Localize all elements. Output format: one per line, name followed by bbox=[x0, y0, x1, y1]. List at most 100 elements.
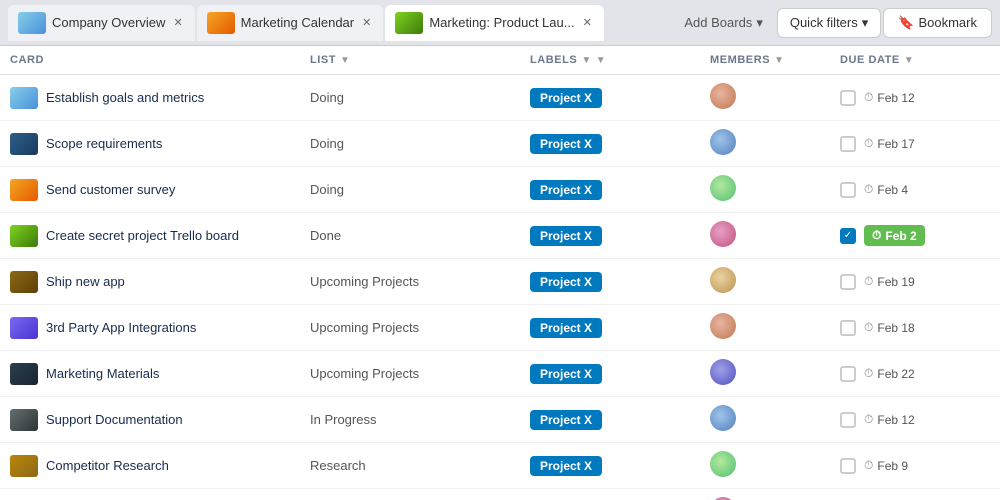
card-thumbnail bbox=[10, 409, 38, 431]
tab-thumb-company-overview bbox=[18, 12, 46, 34]
quick-filters-chevron-icon: ▾ bbox=[862, 15, 869, 31]
table-row: Support Documentation In ProgressProject… bbox=[0, 397, 1000, 443]
card-thumbnail bbox=[10, 317, 38, 339]
table-row: Send customer survey DoingProject X ⏱ Fe… bbox=[0, 167, 1000, 213]
col-header-list[interactable]: LIST ▼ bbox=[300, 46, 520, 75]
card-cell-5[interactable]: 3rd Party App Integrations bbox=[0, 305, 300, 351]
bookmark-button[interactable]: 🔖 Bookmark bbox=[883, 8, 992, 38]
due-date-cell-0: ⏱ Feb 12 bbox=[830, 75, 1000, 121]
due-date-checkbox[interactable] bbox=[840, 90, 856, 106]
card-cell-4[interactable]: Ship new app bbox=[0, 259, 300, 305]
tab-thumb-marketing-product bbox=[395, 12, 423, 34]
avatar bbox=[710, 405, 736, 431]
table-row: Ship new app Upcoming ProjectsProject X … bbox=[0, 259, 1000, 305]
list-value: Upcoming Projects bbox=[310, 366, 419, 381]
clock-icon: ⏱ bbox=[864, 274, 873, 289]
tab-marketing-product[interactable]: Marketing: Product Lau... ✕ bbox=[385, 5, 603, 41]
card-name: Marketing Materials bbox=[46, 366, 159, 381]
card-cell-0[interactable]: Establish goals and metrics bbox=[0, 75, 300, 121]
due-date-checkbox[interactable]: ✓ bbox=[840, 228, 856, 244]
tab-close-marketing-product[interactable]: ✕ bbox=[581, 14, 594, 31]
clock-icon: ⏱ bbox=[864, 366, 873, 381]
list-value: Doing bbox=[310, 90, 344, 105]
card-cell-1[interactable]: Scope requirements bbox=[0, 121, 300, 167]
list-cell-3: Done bbox=[300, 213, 520, 259]
table-row: Marketing Materials Upcoming Projects Pro… bbox=[0, 351, 1000, 397]
due-date-cell-3: ✓ ⏱ Feb 2 bbox=[830, 213, 1000, 259]
members-sort-icon: ▼ bbox=[774, 55, 784, 66]
due-date-checkbox[interactable] bbox=[840, 320, 856, 336]
label-badge: Project X bbox=[530, 364, 602, 384]
card-thumbnail bbox=[10, 87, 38, 109]
due-date-checkbox[interactable] bbox=[840, 182, 856, 198]
tab-company-overview[interactable]: Company Overview ✕ bbox=[8, 5, 195, 41]
due-date-checkbox[interactable] bbox=[840, 458, 856, 474]
labels-cell-7: Project X bbox=[520, 397, 700, 443]
due-date-badge: ⏱ Feb 9 bbox=[864, 458, 908, 473]
card-name: Support Documentation bbox=[46, 412, 183, 427]
due-date-checkbox[interactable] bbox=[840, 366, 856, 382]
quick-filters-label: Quick filters bbox=[790, 15, 858, 30]
tab-marketing-calendar[interactable]: Marketing Calendar ✕ bbox=[197, 5, 384, 41]
list-value: Upcoming Projects bbox=[310, 320, 419, 335]
labels-cell-0: Project X bbox=[520, 75, 700, 121]
tab-label-marketing-product: Marketing: Product Lau... bbox=[429, 15, 574, 30]
labels-filter-icon: ▼ bbox=[581, 55, 591, 66]
list-cell-4: Upcoming Projects bbox=[300, 259, 520, 305]
col-header-due-date[interactable]: DUE DATE ▼ bbox=[830, 46, 1000, 75]
card-thumbnail bbox=[10, 225, 38, 247]
members-cell-1 bbox=[700, 121, 830, 167]
table-header-row: CARD LIST ▼ LABELS ▼ ▼ bbox=[0, 46, 1000, 75]
avatar bbox=[710, 313, 736, 339]
tab-bar: Company Overview ✕ Marketing Calendar ✕ … bbox=[0, 0, 1000, 46]
table-row: 3rd Party App Integrations Upcoming Proj… bbox=[0, 305, 1000, 351]
due-date-badge: ⏱ Feb 18 bbox=[864, 320, 915, 335]
card-cell-2[interactable]: Send customer survey bbox=[0, 167, 300, 213]
label-badge: Project X bbox=[530, 180, 602, 200]
list-value: Done bbox=[310, 228, 341, 243]
due-date-checkbox[interactable] bbox=[840, 274, 856, 290]
card-name: Establish goals and metrics bbox=[46, 90, 204, 105]
avatar bbox=[710, 267, 736, 293]
card-thumbnail bbox=[10, 271, 38, 293]
card-name: Competitor Research bbox=[46, 458, 169, 473]
due-date-badge: ⏱ Feb 12 bbox=[864, 412, 915, 427]
label-badge: Project X bbox=[530, 318, 602, 338]
card-name: Scope requirements bbox=[46, 136, 162, 151]
due-date-cell-6: ⏱ Feb 22 bbox=[830, 351, 1000, 397]
add-boards-button[interactable]: Add Boards ▾ bbox=[672, 9, 774, 37]
table-row: Create secret project Trello board Done P… bbox=[0, 213, 1000, 259]
col-header-labels[interactable]: LABELS ▼ ▼ bbox=[520, 46, 700, 75]
card-cell-3[interactable]: Create secret project Trello board bbox=[0, 213, 300, 259]
due-date-cell-2: ⏱ Feb 4 bbox=[830, 167, 1000, 213]
due-date-cell-9: ⏱ Feb 25 bbox=[830, 489, 1000, 500]
members-cell-6 bbox=[700, 351, 830, 397]
avatar bbox=[710, 221, 736, 247]
clock-icon: ⏱ bbox=[864, 90, 873, 105]
card-cell-9[interactable]: User Journey bbox=[0, 489, 300, 500]
card-cell-6[interactable]: Marketing Materials bbox=[0, 351, 300, 397]
due-date-checkbox[interactable] bbox=[840, 412, 856, 428]
quick-filters-button[interactable]: Quick filters ▾ bbox=[777, 8, 881, 38]
labels-cell-9: Project X bbox=[520, 489, 700, 500]
due-date-checkbox[interactable] bbox=[840, 136, 856, 152]
card-thumbnail bbox=[10, 133, 38, 155]
due-date-badge: ⏱ Feb 4 bbox=[864, 182, 908, 197]
add-boards-label: Add Boards bbox=[684, 15, 752, 30]
tab-label-marketing-calendar: Marketing Calendar bbox=[241, 15, 354, 30]
card-name: Send customer survey bbox=[46, 182, 175, 197]
card-name: Create secret project Trello board bbox=[46, 228, 239, 243]
table-row: User Journey ResearchProject X ⏱ Feb 25 bbox=[0, 489, 1000, 500]
labels-cell-1: Project X bbox=[520, 121, 700, 167]
labels-cell-3: Project X bbox=[520, 213, 700, 259]
col-header-card[interactable]: CARD bbox=[0, 46, 300, 75]
card-cell-7[interactable]: Support Documentation bbox=[0, 397, 300, 443]
tab-close-marketing-calendar[interactable]: ✕ bbox=[360, 14, 373, 31]
tab-close-company-overview[interactable]: ✕ bbox=[171, 14, 184, 31]
card-name: Ship new app bbox=[46, 274, 125, 289]
col-header-members[interactable]: MEMBERS ▼ bbox=[700, 46, 830, 75]
card-name: 3rd Party App Integrations bbox=[46, 320, 196, 335]
card-cell-8[interactable]: Competitor Research bbox=[0, 443, 300, 489]
clock-icon: ⏱ bbox=[864, 412, 873, 427]
label-badge: Project X bbox=[530, 88, 602, 108]
